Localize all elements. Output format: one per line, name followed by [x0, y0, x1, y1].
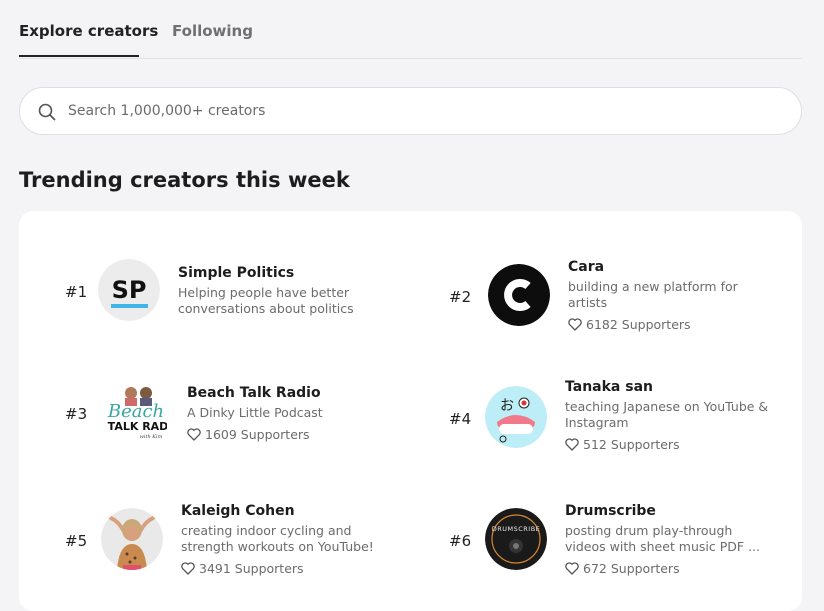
avatar-beach-talk-radio: Beach TALK RAD with Kim [105, 381, 167, 443]
creator-cara[interactable]: #2 Cara building a new platform for arti… [411, 211, 801, 341]
creator-name: Cara [568, 259, 605, 275]
supporters-count: 6182 Supporters [568, 317, 691, 333]
avatar-simple-politics: SP [98, 259, 160, 321]
creator-description: Helping people have better conversations… [178, 285, 354, 316]
active-tab-indicator [19, 55, 139, 57]
supporters-count: 1609 Supporters [187, 427, 310, 443]
trending-creators-card: #1 SP Simple Politics Helping people hav… [19, 211, 802, 611]
creator-rank: #1 [65, 283, 88, 301]
section-title: Trending creators this week [19, 168, 350, 192]
avatar-kaleigh-cohen [101, 508, 163, 570]
heart-icon [181, 562, 195, 575]
supporters-count: 672 Supporters [565, 561, 680, 577]
avatar-cara [488, 264, 550, 326]
creator-description: building a new platform for artists [568, 279, 738, 310]
creator-description: A Dinky Little Podcast [187, 405, 323, 420]
creator-name: Beach Talk Radio [187, 385, 321, 401]
creator-description: creating indoor cycling and strength wor… [181, 523, 374, 554]
svg-text:TALK RAD: TALK RAD [108, 420, 167, 433]
creator-simple-politics[interactable]: #1 SP Simple Politics Helping people hav… [19, 211, 409, 341]
heart-icon [187, 428, 201, 441]
creator-kaleigh-cohen[interactable]: #5 Kaleigh Cohen creating indoor cycling… [19, 466, 409, 596]
creator-description: teaching Japanese on YouTube & Instagram [565, 399, 769, 430]
creator-rank: #3 [65, 405, 88, 423]
creator-rank: #4 [449, 410, 472, 428]
avatar-tanaka-san: お [485, 386, 547, 448]
heart-icon [565, 562, 579, 575]
creator-rank: #5 [65, 532, 88, 550]
svg-text:with Kim: with Kim [140, 434, 163, 440]
search-bar[interactable] [19, 87, 802, 135]
supporters-count: 3491 Supporters [181, 561, 304, 577]
avatar-drumscribe: DRUMSCRIBE [485, 508, 547, 570]
creator-rank: #6 [449, 532, 472, 550]
creator-name: Drumscribe [565, 503, 656, 519]
tab-explore-creators[interactable]: Explore creators [19, 21, 158, 41]
svg-text:お: お [500, 398, 514, 414]
creator-drumscribe[interactable]: #6 DRUMSCRIBE Drumscribe posting drum pl… [411, 466, 801, 596]
creator-description: posting drum play-through videos with sh… [565, 523, 760, 554]
heart-icon [568, 318, 582, 331]
svg-text:Beach: Beach [107, 401, 164, 422]
svg-text:DRUMSCRIBE: DRUMSCRIBE [492, 525, 541, 533]
search-input[interactable] [68, 100, 768, 122]
heart-icon [565, 438, 579, 451]
creator-name: Tanaka san [565, 379, 653, 395]
tab-following[interactable]: Following [172, 21, 253, 41]
creator-beach-talk-radio[interactable]: #3 Beach TALK RAD with Kim Beach Talk Ra… [19, 341, 409, 466]
supporters-count: 512 Supporters [565, 437, 680, 453]
creator-tanaka-san[interactable]: #4 お Tanaka san teaching Japanese on You… [411, 341, 801, 466]
search-icon [38, 103, 56, 121]
creator-name: Kaleigh Cohen [181, 503, 295, 519]
creator-rank: #2 [449, 288, 472, 306]
creator-name: Simple Politics [178, 265, 295, 281]
tab-bar: Explore creators Following [19, 0, 802, 59]
svg-text:SP: SP [112, 276, 147, 304]
